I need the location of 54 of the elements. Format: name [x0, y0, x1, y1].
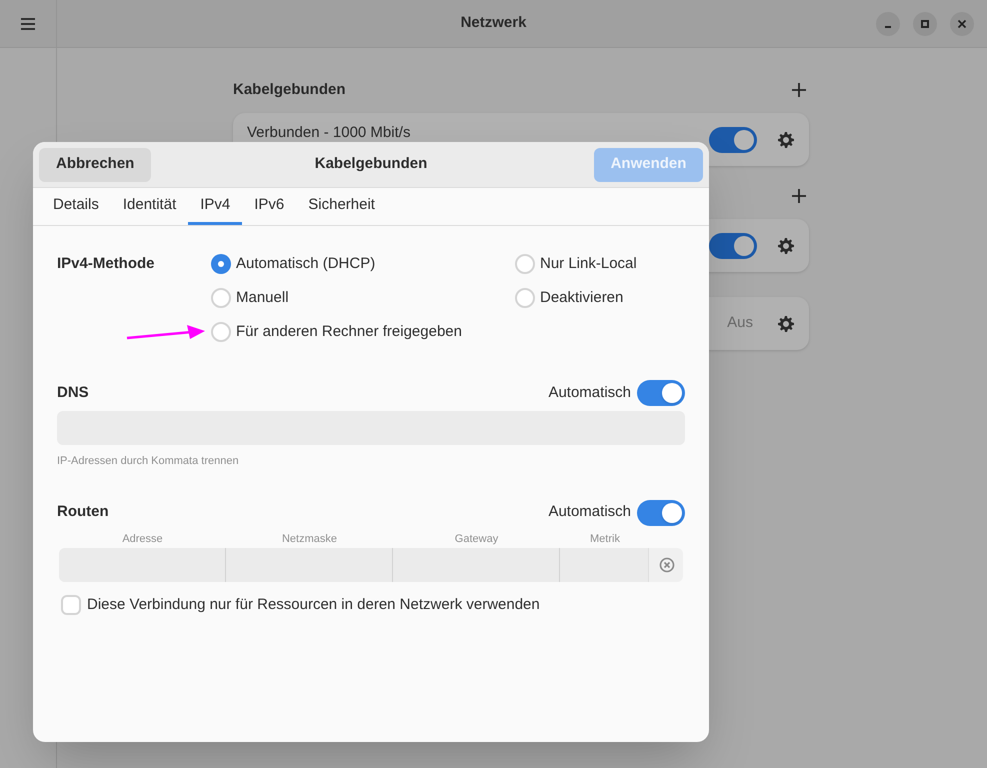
option-label: Deaktivieren [540, 288, 624, 308]
tab[interactable]: Details [41, 188, 111, 225]
route-input-field[interactable] [560, 548, 649, 582]
window-title: Netzwerk [460, 13, 526, 34]
route-input-field[interactable] [226, 548, 393, 582]
menu-icon [20, 16, 36, 30]
option-label: Für anderen Rechner freigegeben [236, 322, 462, 342]
option-label: Manuell [236, 288, 289, 308]
toggle-switch[interactable] [709, 232, 757, 258]
toggle-switch[interactable] [637, 380, 685, 406]
dialog-title: Kabelgebunden [314, 154, 428, 174]
toggle-label: Automatisch [548, 382, 631, 403]
settings-icon[interactable] [777, 314, 795, 332]
tab[interactable]: IPv4 [188, 188, 242, 225]
tab[interactable]: IPv6 [242, 188, 296, 225]
option-label: Automatisch (DHCP) [236, 254, 376, 274]
radio-button[interactable] [515, 288, 535, 308]
field-label: IPv4-Methode [57, 254, 156, 274]
close-icon [957, 18, 967, 28]
checkbox-label: Diese Verbindung nur für Ressourcen in deren Netzwerk verwenden [87, 594, 540, 614]
section-title: Kabelgebunden [233, 80, 346, 100]
hint-text: IP-Adressen durch Kommata trennen [57, 454, 240, 469]
clear-icon[interactable] [659, 556, 675, 572]
radio-button[interactable] [211, 322, 231, 342]
cancel-button[interactable]: Abbrechen [39, 148, 152, 182]
add-icon[interactable] [789, 186, 809, 206]
toggle-label: Automatisch [548, 502, 631, 522]
checkbox[interactable] [61, 594, 81, 615]
close-button[interactable] [950, 12, 974, 36]
column-header: Netzmaske [280, 532, 338, 546]
column-header: Adresse [121, 532, 164, 546]
radio-button[interactable] [515, 254, 535, 274]
radio-button[interactable] [211, 254, 231, 274]
maximize-button[interactable] [913, 12, 937, 36]
settings-icon[interactable] [777, 236, 795, 254]
maximize-icon [920, 18, 930, 28]
section-title: Routen [57, 502, 109, 522]
route-input-field[interactable] [393, 548, 560, 582]
minimize-icon [884, 26, 892, 28]
section-title: DNS [57, 382, 89, 403]
minimize-button[interactable] [876, 12, 900, 36]
route-input-field[interactable] [59, 548, 226, 582]
tab[interactable]: Identität [110, 188, 188, 225]
toggle-switch[interactable] [709, 126, 757, 152]
radio-button[interactable] [211, 288, 231, 308]
tab[interactable]: Sicherheit [296, 188, 387, 225]
toggle-switch[interactable] [637, 500, 685, 526]
add-icon[interactable] [789, 80, 809, 100]
column-header: Gateway [454, 532, 500, 546]
option-label: Nur Link-Local [540, 254, 637, 274]
column-header: Metrik [589, 532, 621, 546]
status-text: Verbunden - 1000 Mbit/s [247, 123, 410, 144]
settings-icon[interactable] [777, 130, 795, 148]
status-text: Aus [727, 313, 753, 334]
